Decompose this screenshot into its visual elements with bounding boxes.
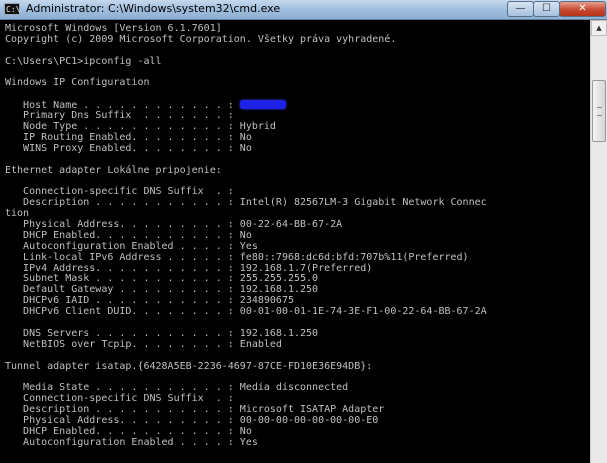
maximize-button[interactable]: ☐	[533, 1, 560, 17]
console-line: Autoconfiguration Enabled . . . . : Yes	[5, 436, 590, 449]
cmd-window: C:\ Administrator: C:\Windows\system32\c…	[0, 0, 607, 463]
console-line-text: Connection-specific DNS Suffix . :	[5, 186, 234, 198]
console-line-text: DHCPv6 IAID . . . . . . . . . . . : 2348…	[5, 295, 294, 307]
console-line-text: Copyright (c) 2009 Microsoft Corporation…	[5, 33, 397, 45]
console-line-text: Default Gateway . . . . . . . . . : 192.…	[5, 284, 319, 296]
console-line-text: DHCPv6 Client DUID. . . . . . . . : 00-0…	[5, 306, 487, 318]
scroll-thumb[interactable]	[592, 80, 606, 142]
console-line-text: IP Routing Enabled. . . . . . . . : No	[5, 131, 252, 143]
console-line-text: Physical Address. . . . . . . . . : 00-0…	[5, 415, 379, 427]
scroll-up-arrow-icon[interactable]: ▲	[591, 20, 607, 36]
window-title: Administrator: C:\Windows\system32\cmd.e…	[26, 2, 281, 15]
console-line-text: DHCP Enabled. . . . . . . . . . . : No	[5, 425, 252, 437]
console-line-text: Autoconfiguration Enabled . . . . : Yes	[5, 436, 258, 448]
console-line-text: tion	[5, 208, 30, 220]
console-text: Microsoft Windows [Version 6.1.7601] Copy…	[0, 20, 590, 449]
console-line: DHCPv6 Client DUID. . . . . . . . : 00-0…	[5, 306, 590, 318]
console-line-text: Autoconfiguration Enabled . . . . : Yes	[5, 240, 258, 252]
console-line-text: Microsoft Windows [Version 6.1.7601]	[5, 23, 222, 34]
console-line-text: IPv4 Address. . . . . . . . . . . : 192.…	[5, 262, 373, 274]
cmd-app-icon[interactable]: C:\	[4, 3, 20, 15]
console-line-text: C:\Users\PC1>ipconfig -all	[5, 55, 162, 67]
console-output[interactable]: Microsoft Windows [Version 6.1.7601] Copy…	[0, 20, 590, 463]
console-line: Windows IP Configuration	[5, 78, 590, 89]
console-line-text: Primary Dns Suffix . . . . . . . :	[5, 110, 240, 122]
scroll-grip-icon	[597, 107, 602, 116]
console-line: Copyright (c) 2009 Microsoft Corporation…	[5, 33, 590, 46]
console-line: Ethernet adapter Lokálne pripojenie:	[5, 164, 590, 177]
minimize-button[interactable]: —	[507, 1, 534, 17]
console-line-text: NetBIOS over Tcpip. . . . . . . . : Enab…	[5, 338, 282, 350]
console-line-text: Subnet Mask . . . . . . . . . . . : 255.…	[5, 273, 319, 285]
console-line-text: Windows IP Configuration	[5, 77, 150, 89]
close-button[interactable]: ✕	[559, 1, 606, 17]
redacted-hostname	[239, 100, 286, 110]
console-line-text: Link-local IPv6 Address . . . . . : fe80…	[5, 251, 469, 263]
console-line-text: Media State . . . . . . . . . . . : Medi…	[5, 382, 349, 394]
console-line-text: Description . . . . . . . . . . . : Micr…	[5, 404, 385, 416]
console-line-text: Node Type . . . . . . . . . . . . : Hybr…	[5, 121, 276, 133]
console-line: C:\Users\PC1>ipconfig -all	[5, 55, 590, 68]
title-bar[interactable]: C:\ Administrator: C:\Windows\system32\c…	[0, 0, 607, 20]
console-line-text: Physical Address. . . . . . . . . : 00-2…	[5, 219, 343, 231]
console-line: Description . . . . . . . . . . . : Inte…	[5, 197, 590, 209]
console-line-text: Ethernet adapter Lokálne pripojenie:	[5, 164, 222, 176]
console-line-text: DNS Servers . . . . . . . . . . . : 192.…	[5, 327, 319, 339]
console-line-text: Connection-specific DNS Suffix . :	[5, 393, 234, 405]
console-line-text: Tunnel adapter isatap.{6428A5EB-2236-469…	[5, 360, 373, 372]
vertical-scrollbar[interactable]: ▲	[590, 20, 607, 463]
console-line: WINS Proxy Enabled. . . . . . . . : No	[5, 142, 590, 155]
console-line-text: Description . . . . . . . . . . . : Inte…	[5, 197, 487, 209]
console-line-text: WINS Proxy Enabled. . . . . . . . : No	[5, 142, 252, 154]
console-line: NetBIOS over Tcpip. . . . . . . . : Enab…	[5, 338, 590, 351]
console-line: Tunnel adapter isatap.{6428A5EB-2236-469…	[5, 360, 590, 373]
console-line-text: DHCP Enabled. . . . . . . . . . . : No	[5, 229, 252, 241]
